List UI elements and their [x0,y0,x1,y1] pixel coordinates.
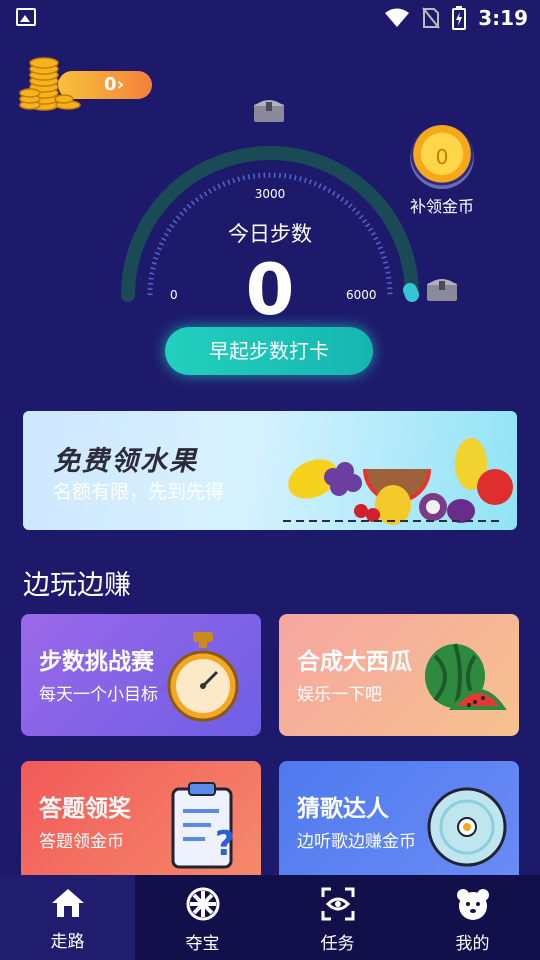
coin-balance-value: 0› [104,74,124,95]
claim-coins-button[interactable]: 0 补领金币 [405,125,479,217]
stopwatch-icon [167,632,239,722]
bear-icon [456,889,489,920]
nav-walk[interactable]: 走路 [0,875,135,960]
gauge-title: 今日步数 [228,222,312,246]
watermelon-icon [425,643,507,710]
gauge-tick-min: 0 [170,288,178,302]
step-count: 0 [245,249,295,331]
gauge-tick-max: 6000 [346,288,377,302]
nav-mine[interactable]: 我的 [405,875,540,960]
bottom-nav: 走路 夺宝 任务 我的 [0,875,540,960]
section-title: 边玩边赚 [23,570,131,601]
battery-charging-icon [452,6,467,30]
nav-label: 我的 [455,934,490,954]
clock: 3:19 [478,6,528,30]
nav-label: 任务 [320,934,355,954]
card-subtitle: 每天一个小目标 [39,685,158,705]
card-title: 答题领奖 [39,796,131,822]
nav-tasks[interactable]: 任务 [270,875,405,960]
status-bar: 3:19 [0,0,540,36]
morning-checkin-button[interactable]: 早起步数打卡 [165,327,373,375]
card-subtitle: 答题领金币 [39,832,124,852]
chest-icon[interactable] [425,273,459,303]
claim-coins-label: 补领金币 [409,197,474,216]
clipboard-question-icon: ? [171,782,235,869]
wheel-icon [186,887,219,921]
wifi-icon [385,8,410,27]
quiz-reward-card[interactable]: 答题领奖 答题领金币 ? [21,761,261,883]
home-icon [51,889,84,917]
coin-balance[interactable]: 0› [18,55,152,111]
coin-stack-icon [19,57,81,111]
card-subtitle: 娱乐一下吧 [297,685,382,705]
no-sim-icon [422,7,441,29]
coin-icon: 0 [410,125,474,189]
free-fruit-banner[interactable]: 免费领水果 名额有限，先到先得 [23,411,517,530]
guess-song-card[interactable]: 猜歌达人 边听歌边赚金币 [279,761,519,883]
nav-label: 走路 [50,932,85,952]
gallery-icon [16,8,36,26]
card-title: 猜歌达人 [297,796,389,822]
card-subtitle: 边听歌边赚金币 [297,832,416,852]
nav-label: 夺宝 [185,934,220,954]
nav-treasure[interactable]: 夺宝 [135,875,270,960]
svg-text:?: ? [215,824,235,864]
scan-eye-icon [321,887,354,921]
fruit-illustration [283,438,513,525]
step-challenge-card[interactable]: 步数挑战赛 每天一个小目标 [21,614,261,736]
music-disc-icon [427,787,507,867]
chest-icon[interactable] [252,94,286,124]
card-title: 合成大西瓜 [297,649,412,675]
banner-title: 免费领水果 [53,446,198,477]
card-title: 步数挑战赛 [39,649,154,675]
banner-subtitle: 名额有限，先到先得 [53,481,225,503]
merge-watermelon-card[interactable]: 合成大西瓜 娱乐一下吧 [279,614,519,736]
